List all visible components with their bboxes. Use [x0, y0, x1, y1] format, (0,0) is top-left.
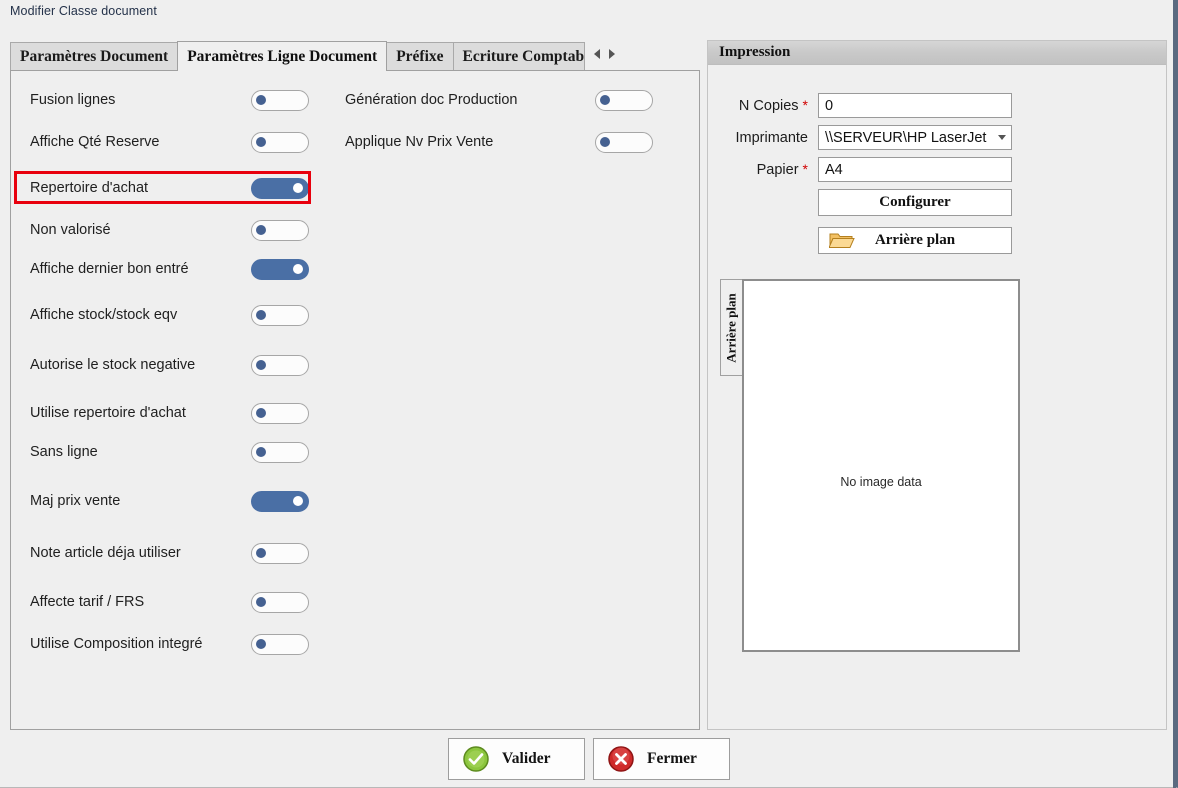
tab-label: Ecriture Comptable [462, 48, 585, 65]
configurer-button[interactable]: Configurer [818, 189, 1012, 216]
fermer-label: Fermer [647, 750, 697, 767]
setting-row-sans-ligne: Sans ligne [30, 439, 309, 465]
no-image-data-text: No image data [840, 474, 922, 489]
impression-header: Impression [708, 41, 1166, 65]
row-papier: Papier * A4 [718, 157, 1012, 182]
setting-row-fusion-lignes: Fusion lignes [30, 87, 309, 113]
setting-label: Affiche Qté Reserve [30, 134, 160, 150]
toggle-affiche-dernier-bon-entre[interactable] [251, 258, 309, 280]
required-marker: * [802, 97, 808, 113]
required-marker: * [802, 161, 808, 177]
triangle-right-icon[interactable] [608, 48, 615, 59]
toggle-affiche-stock-stock-eqv[interactable] [251, 304, 309, 326]
setting-row-affecte-tarif-frs: Affecte tarif / FRS [30, 589, 309, 615]
check-circle-icon [462, 745, 490, 773]
triangle-left-icon[interactable] [593, 48, 600, 59]
toggle-generation-doc-production[interactable] [595, 89, 653, 111]
toggle-maj-prix-vente[interactable] [251, 490, 309, 512]
setting-label: Non valorisé [30, 222, 111, 238]
papier-input[interactable]: A4 [818, 157, 1012, 182]
toggle-sans-ligne[interactable] [251, 441, 309, 463]
tab-label: Paramètres Document [20, 48, 169, 65]
parametres-ligne-document-panel: Fusion lignes Affiche Qté Reserve Repert… [10, 70, 700, 730]
setting-label: Repertoire d'achat [30, 180, 149, 196]
setting-label: Fusion lignes [30, 92, 116, 108]
setting-row-maj-prix-vente: Maj prix vente [30, 488, 309, 514]
configurer-label: Configurer [879, 194, 951, 210]
imprimante-label: Imprimante [735, 129, 808, 146]
setting-row-note-article-deja-utiliser: Note article déja utiliser [30, 540, 309, 566]
setting-label: Applique Nv Prix Vente [345, 134, 494, 150]
toggle-applique-nv-prix-vente[interactable] [595, 131, 653, 153]
setting-row-utilise-repertoire-dachat: Utilise repertoire d'achat [30, 400, 309, 426]
tab-ecriture-comptable[interactable]: Ecriture Comptable [452, 42, 585, 71]
papier-label: Papier * [756, 161, 808, 178]
tab-parametres-ligne-document[interactable]: Paramètres Ligne Document [177, 41, 388, 71]
window-frame-right-edge [1173, 0, 1176, 788]
setting-label: Affiche stock/stock eqv [30, 307, 178, 323]
background-image-preview[interactable]: No image data [742, 279, 1020, 652]
tab-label: Préfixe [396, 48, 444, 65]
folder-open-icon [829, 231, 855, 251]
footer-button-bar: Valider Fermer [0, 738, 1178, 788]
toggle-non-valorise[interactable] [251, 219, 309, 241]
imprimante-combobox[interactable]: \\SERVEUR\HP LaserJet [818, 125, 1012, 150]
row-imprimante: Imprimante \\SERVEUR\HP LaserJet [718, 125, 1012, 150]
toggle-autorise-le-stock-negative[interactable] [251, 354, 309, 376]
setting-row-autorise-le-stock-negative: Autorise le stock negative [30, 352, 309, 378]
setting-label: Utilise Composition integré [30, 636, 203, 652]
arriere-plan-label: Arrière plan [874, 232, 956, 248]
toggle-affecte-tarif-frs[interactable] [251, 591, 309, 613]
toggle-utilise-repertoire-dachat[interactable] [251, 402, 309, 424]
setting-row-applique-nv-prix-vente: Applique Nv Prix Vente [345, 129, 653, 155]
setting-label: Maj prix vente [30, 493, 121, 509]
tab-prefixe[interactable]: Préfixe [386, 42, 454, 71]
setting-label: Note article déja utiliser [30, 545, 181, 561]
arriere-plan-vertical-tab[interactable]: Arrière plan [720, 279, 743, 376]
tab-strip: Paramètres Document Paramètres Ligne Doc… [10, 41, 700, 71]
tab-parametres-document[interactable]: Paramètres Document [10, 42, 179, 71]
setting-row-affiche-dernier-bon-entre: Affiche dernier bon entré [30, 256, 309, 282]
setting-row-affiche-stock-stock-eqv: Affiche stock/stock eqv [30, 302, 309, 328]
tab-label: Paramètres Ligne Document [187, 47, 378, 65]
toggle-fusion-lignes[interactable] [251, 89, 309, 111]
setting-label: Sans ligne [30, 444, 98, 460]
modifier-classe-document-window: Modifier Classe document Paramètres Docu… [0, 0, 1178, 788]
tab-scroll-controls [584, 42, 621, 71]
chevron-down-icon [998, 135, 1006, 140]
setting-row-non-valorise: Non valorisé [30, 217, 309, 243]
window-title: Modifier Classe document [10, 4, 157, 18]
toggle-affiche-qte-reserve[interactable] [251, 131, 309, 153]
valider-button[interactable]: Valider [448, 738, 585, 780]
setting-row-generation-doc-production: Génération doc Production [345, 87, 653, 113]
valider-label: Valider [502, 750, 551, 767]
n-copies-input[interactable]: 0 [818, 93, 1012, 118]
setting-row-repertoire-dachat: Repertoire d'achat [30, 175, 309, 201]
impression-groupbox: Impression N Copies * 0 Imprimante \\SERV… [707, 40, 1167, 730]
row-n-copies: N Copies * 0 [718, 93, 1012, 118]
setting-label: Génération doc Production [345, 92, 518, 108]
setting-row-utilise-composition-integre: Utilise Composition integré [30, 631, 309, 657]
setting-label: Affiche dernier bon entré [30, 261, 189, 277]
setting-label: Affecte tarif / FRS [30, 594, 145, 610]
arriere-plan-vertical-tab-label: Arrière plan [723, 292, 739, 363]
toggle-note-article-deja-utiliser[interactable] [251, 542, 309, 564]
impression-header-label: Impression [719, 44, 791, 60]
setting-label: Utilise repertoire d'achat [30, 405, 186, 421]
n-copies-label: N Copies * [738, 97, 808, 114]
arriere-plan-button[interactable]: Arrière plan [818, 227, 1012, 254]
x-circle-icon [607, 745, 635, 773]
fermer-button[interactable]: Fermer [593, 738, 730, 780]
imprimante-value: \\SERVEUR\HP LaserJet [825, 129, 987, 146]
toggle-utilise-composition-integre[interactable] [251, 633, 309, 655]
toggle-repertoire-dachat[interactable] [251, 177, 309, 199]
setting-label: Autorise le stock negative [30, 357, 196, 373]
setting-row-affiche-qte-reserve: Affiche Qté Reserve [30, 129, 309, 155]
